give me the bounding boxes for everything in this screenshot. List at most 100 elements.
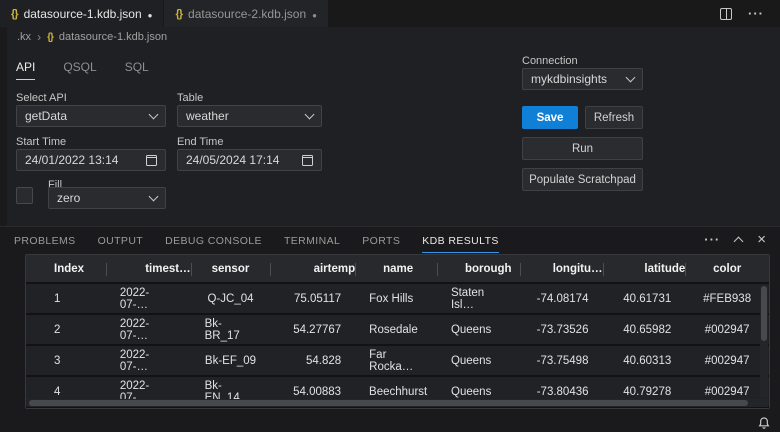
table-cell: 3 <box>26 346 106 375</box>
table-cell: Rosedale <box>355 315 437 344</box>
grid-vertical-scrollbar[interactable] <box>760 286 768 397</box>
table-cell: Bk-EF_09 <box>191 346 271 375</box>
table-cell: 1 <box>26 284 106 313</box>
table-cell: 40.60313 <box>602 346 685 375</box>
column-header[interactable]: longitu… <box>520 255 603 282</box>
split-editor-icon[interactable] <box>720 8 732 20</box>
select-api-value: getData <box>25 109 67 123</box>
table-cell: Far Rocka… <box>355 346 437 375</box>
column-header[interactable]: color <box>685 255 769 282</box>
editor-tab-label: datasource-2.kdb.json <box>188 7 306 21</box>
table-cell: Bk-BR_17 <box>191 315 271 344</box>
vscode-window: {} datasource-1.kdb.json {} datasource-2… <box>0 0 780 432</box>
results-header-row: Indextimest…sensorairtempnameboroughlong… <box>26 255 769 284</box>
table-row[interactable]: 32022-07-…Bk-EF_0954.828Far Rocka…Queens… <box>26 346 769 377</box>
start-time-label: Start Time <box>16 136 66 148</box>
json-file-icon: {} <box>11 8 18 20</box>
tab-sql[interactable]: SQL <box>125 60 149 80</box>
table-cell: #002947 <box>685 346 769 375</box>
table-dropdown[interactable]: weather <box>177 105 322 127</box>
save-button[interactable]: Save <box>522 106 578 129</box>
breadcrumb-separator-icon <box>37 30 41 44</box>
table-cell: Queens <box>437 315 520 344</box>
panel-more-actions-icon[interactable] <box>704 231 720 249</box>
tab-output[interactable]: OUTPUT <box>98 235 144 253</box>
table-cell: -73.75498 <box>520 346 603 375</box>
results-body: 12022-07-…Q-JC_0475.05117Fox HillsStaten… <box>26 284 769 408</box>
tab-terminal[interactable]: TERMINAL <box>284 235 340 253</box>
table-cell: -73.73526 <box>520 315 603 344</box>
column-header[interactable]: Index <box>26 255 106 282</box>
connection-dropdown[interactable]: mykdbinsights <box>522 68 643 90</box>
scrollbar-thumb[interactable] <box>29 400 748 406</box>
column-header[interactable]: sensor <box>191 255 271 282</box>
tab-kdb-results[interactable]: KDB RESULTS <box>422 235 499 253</box>
calendar-icon[interactable] <box>146 155 157 166</box>
table-cell: 54.27767 <box>270 315 355 344</box>
column-header[interactable]: latitude <box>603 255 686 282</box>
table-label: Table <box>177 92 203 104</box>
end-time-label: End Time <box>177 136 223 148</box>
results-grid: Indextimest…sensorairtempnameboroughlong… <box>25 254 770 409</box>
table-cell: 54.828 <box>270 346 355 375</box>
column-header[interactable]: borough <box>437 255 520 282</box>
notifications-bell-icon[interactable] <box>757 416 771 430</box>
column-header[interactable]: airtemp <box>270 255 355 282</box>
json-file-icon: {} <box>175 8 182 20</box>
fill-checkbox[interactable] <box>16 187 33 204</box>
table-cell: -74.08174 <box>520 284 603 313</box>
end-time-value: 24/05/2024 17:14 <box>186 153 279 167</box>
editor-tab-datasource-2[interactable]: {} datasource-2.kdb.json <box>163 0 327 27</box>
start-time-value: 24/01/2022 13:14 <box>25 153 118 167</box>
column-header[interactable]: name <box>355 255 437 282</box>
fill-value: zero <box>57 191 80 205</box>
table-cell: #FEB938 <box>685 284 769 313</box>
datasource-editor: API QSQL SQL Select API getData Table we… <box>7 47 780 226</box>
tab-api[interactable]: API <box>16 60 35 80</box>
chevron-down-icon <box>305 109 315 119</box>
tab-problems[interactable]: PROBLEMS <box>14 235 76 253</box>
table-cell: 2022-07-… <box>106 346 191 375</box>
table-cell: 2022-07-… <box>106 284 191 313</box>
refresh-button[interactable]: Refresh <box>585 106 643 129</box>
start-time-input[interactable]: 24/01/2022 13:14 <box>16 149 166 171</box>
chevron-down-icon <box>149 191 159 201</box>
tab-debug-console[interactable]: DEBUG CONSOLE <box>165 235 262 253</box>
chevron-down-icon <box>149 109 159 119</box>
grid-horizontal-scrollbar[interactable] <box>27 399 768 407</box>
tab-qsql[interactable]: QSQL <box>63 60 96 80</box>
run-button[interactable]: Run <box>522 137 643 160</box>
end-time-input[interactable]: 24/05/2024 17:14 <box>177 149 322 171</box>
select-api-dropdown[interactable]: getData <box>16 105 166 127</box>
table-cell: #002947 <box>685 315 769 344</box>
column-header[interactable]: timest… <box>106 255 191 282</box>
fill-dropdown[interactable]: zero <box>48 187 166 209</box>
table-row[interactable]: 22022-07-…Bk-BR_1754.27767RosedaleQueens… <box>26 315 769 346</box>
select-api-label: Select API <box>16 92 67 104</box>
close-panel-icon[interactable] <box>757 231 766 249</box>
editor-tab-label: datasource-1.kdb.json <box>24 7 142 21</box>
populate-scratchpad-button[interactable]: Populate Scratchpad <box>522 168 643 191</box>
panel-tab-bar: PROBLEMS OUTPUT DEBUG CONSOLE TERMINAL P… <box>14 227 499 253</box>
modified-dot-icon[interactable] <box>148 7 153 21</box>
query-type-tabs: API QSQL SQL <box>16 60 149 80</box>
table-cell: 40.61731 <box>602 284 685 313</box>
table-cell: 75.05117 <box>270 284 355 313</box>
breadcrumb-file[interactable]: datasource-1.kdb.json <box>59 31 167 43</box>
tab-ports[interactable]: PORTS <box>362 235 400 253</box>
modified-dot-icon[interactable] <box>312 7 317 21</box>
table-cell: Q-JC_04 <box>191 284 271 313</box>
editor-tab-datasource-1[interactable]: {} datasource-1.kdb.json <box>0 0 163 27</box>
table-row[interactable]: 12022-07-…Q-JC_0475.05117Fox HillsStaten… <box>26 284 769 315</box>
table-cell: 2022-07-… <box>106 315 191 344</box>
table-cell: Fox Hills <box>355 284 437 313</box>
editor-tab-bar: {} datasource-1.kdb.json {} datasource-2… <box>0 0 780 27</box>
calendar-icon[interactable] <box>302 155 313 166</box>
scrollbar-thumb[interactable] <box>761 286 767 341</box>
json-file-icon: {} <box>47 32 53 43</box>
connection-label: Connection <box>522 55 578 67</box>
breadcrumb-root[interactable]: .kx <box>17 31 31 43</box>
more-actions-icon[interactable] <box>748 5 764 23</box>
table-cell: 2 <box>26 315 106 344</box>
maximize-panel-icon[interactable] <box>734 237 744 247</box>
